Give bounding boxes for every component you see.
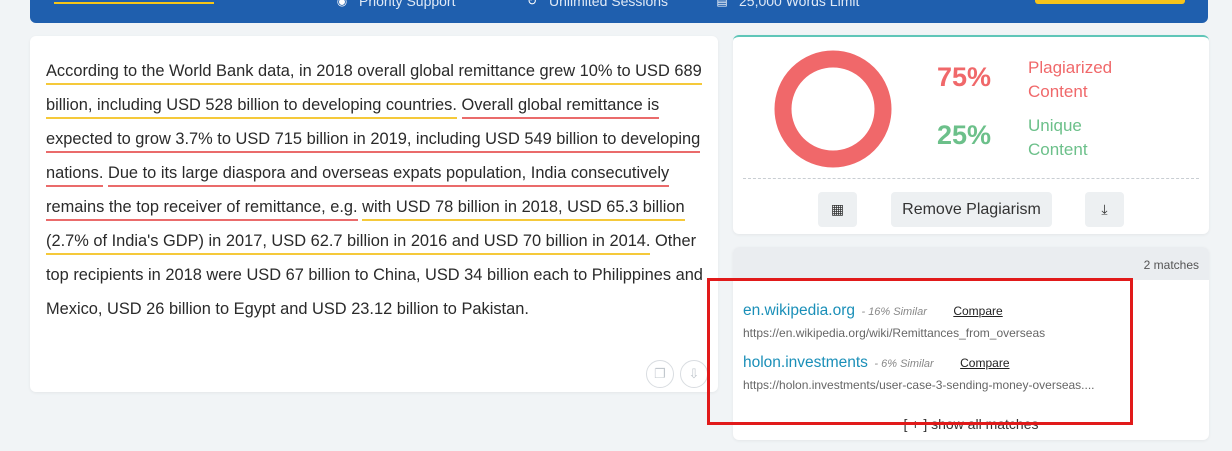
- download-icon[interactable]: ⇩: [680, 360, 708, 388]
- headset-icon: ◉: [336, 0, 348, 8]
- feature-label: Unlimited Sessions: [549, 0, 669, 9]
- plagiarism-donut-chart: [774, 50, 892, 168]
- download-icon: ⤓: [1101, 201, 1108, 217]
- top-banner: ◉ Priority Support ↻ Unlimited Sessions …: [30, 0, 1208, 23]
- plagiarized-label: Plagiarized Content: [1028, 56, 1112, 104]
- result-divider: [743, 178, 1199, 179]
- download-report-button[interactable]: ⤓: [1085, 192, 1124, 227]
- refresh-icon: ↻: [526, 0, 538, 8]
- book-icon: ▦: [830, 201, 845, 217]
- feature-label: 25,000 Words Limit: [739, 0, 860, 9]
- remove-plagiarism-button[interactable]: Remove Plagiarism: [891, 192, 1052, 227]
- feature-label: Priority Support: [359, 0, 456, 9]
- unique-percent: 25%: [937, 120, 992, 150]
- donut-plagiarized-ring: [774, 50, 892, 168]
- plagiarized-percent: 75%: [937, 62, 992, 92]
- banner-accent-underline: [54, 2, 214, 4]
- copy-icon[interactable]: ❐: [646, 360, 674, 388]
- feature-unlimited-sessions: ↻ Unlimited Sessions: [525, 0, 668, 9]
- unique-label-line: Unique: [1028, 116, 1082, 135]
- result-summary-card: 75% Plagiarized Content 25% Unique Conte…: [733, 35, 1209, 234]
- highlight-box: [707, 278, 1133, 425]
- upgrade-button[interactable]: [1035, 0, 1185, 4]
- checked-text-card: According to the World Bank data, in 201…: [30, 36, 718, 392]
- plagiarized-label-line: Content: [1028, 82, 1088, 101]
- feature-priority-support: ◉ Priority Support: [335, 0, 456, 9]
- unique-label-line: Content: [1028, 140, 1088, 159]
- feature-words-limit: ▤ 25,000 Words Limit: [715, 0, 859, 9]
- unique-label: Unique Content: [1028, 114, 1088, 162]
- report-button[interactable]: ▦: [818, 192, 857, 227]
- checked-text: According to the World Bank data, in 201…: [46, 54, 706, 326]
- plagiarized-label-line: Plagiarized: [1028, 58, 1113, 77]
- matches-header: 2 matches: [733, 247, 1209, 280]
- text-tools: ❐ ⇩: [646, 360, 708, 388]
- matches-count: 2 matches: [1143, 258, 1199, 272]
- document-icon: ▤: [716, 0, 728, 8]
